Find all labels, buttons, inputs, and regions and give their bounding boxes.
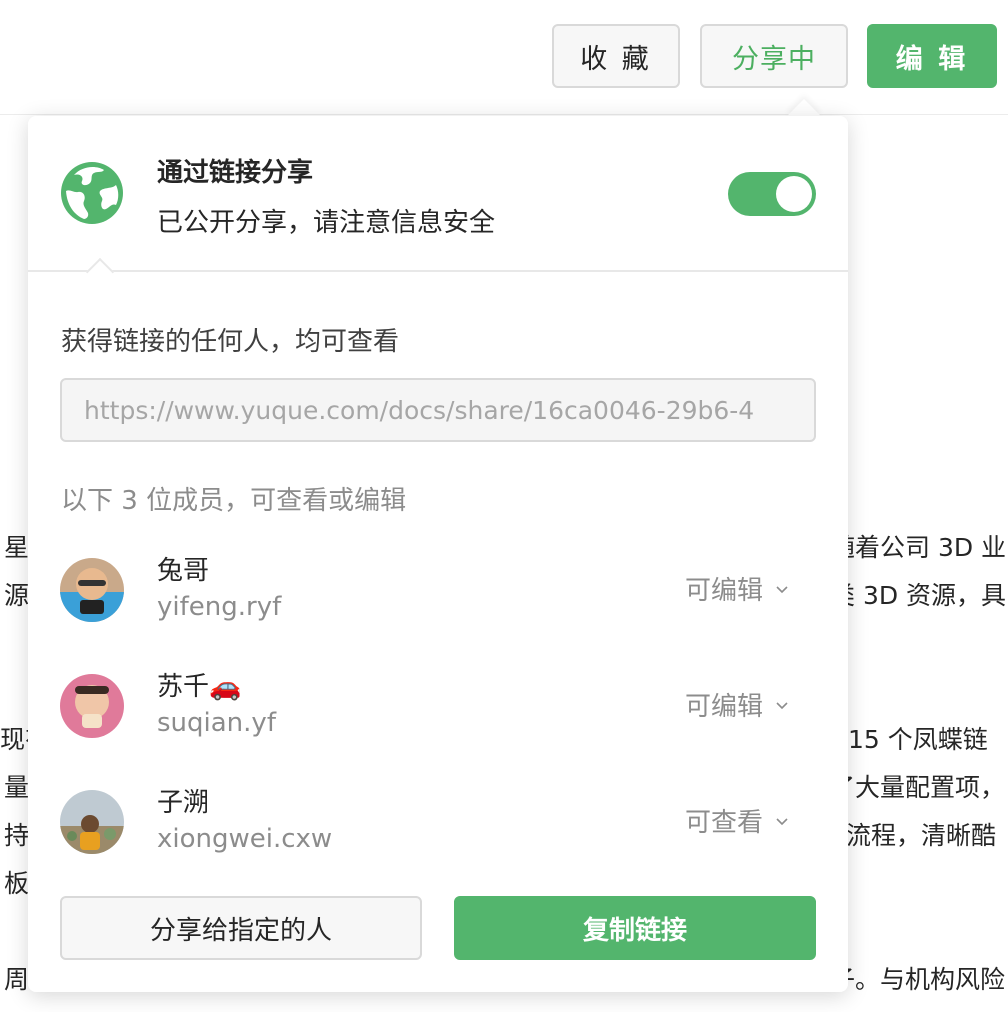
permission-dropdown[interactable]: 可编辑 — [685, 570, 789, 607]
share-to-person-button[interactable]: 分享给指定的人 — [60, 896, 422, 960]
share-description: 已公开分享，请注意信息安全 — [157, 208, 496, 238]
doc-text-fragment: 源 — [4, 581, 30, 610]
share-link-field[interactable] — [60, 378, 816, 442]
doc-text-fragment: 15 个凤蝶链 — [848, 725, 988, 754]
member-name: 子溯 — [157, 788, 210, 818]
member-row: 兔哥 yifeng.ryf 可编辑 — [28, 546, 848, 646]
doc-text-fragment: 随着公司 3D 业 — [830, 533, 1007, 562]
sharing-button[interactable]: 分享中 — [700, 24, 848, 88]
member-id: suqian.yf — [157, 708, 276, 738]
avatar — [60, 790, 124, 854]
doc-text-fragment: 板 — [4, 869, 30, 898]
permission-dropdown[interactable]: 可查看 — [685, 802, 789, 839]
doc-text-fragment: 流程，清晰酷 — [846, 821, 997, 850]
top-toolbar: 收 藏 分享中 编 辑 — [0, 0, 1008, 115]
doc-text-fragment: 量 — [4, 773, 30, 802]
globe-icon — [61, 162, 123, 224]
favorite-button[interactable]: 收 藏 — [552, 24, 680, 88]
doc-text-fragment: 类 3D 资源，具 — [830, 581, 1007, 610]
edit-button[interactable]: 编 辑 — [867, 24, 997, 88]
chevron-down-icon — [776, 701, 788, 709]
member-id: xiongwei.cxw — [157, 824, 333, 854]
toggle-knob — [776, 176, 812, 212]
permission-label: 可编辑 — [685, 576, 764, 606]
anyone-can-view-label: 获得链接的任何人，均可查看 — [61, 327, 400, 357]
permission-label: 可编辑 — [685, 692, 764, 722]
member-id: yifeng.ryf — [157, 592, 282, 622]
member-row: 子溯 xiongwei.cxw 可查看 — [28, 778, 848, 878]
link-share-toggle[interactable] — [728, 172, 816, 216]
doc-text-fragment: 周 — [4, 965, 30, 994]
permission-dropdown[interactable]: 可编辑 — [685, 686, 789, 723]
doc-text-fragment: 了大量配置项， — [830, 773, 1006, 802]
chevron-down-icon — [776, 585, 788, 593]
members-label: 以下 3 位成员，可查看或编辑 — [61, 486, 407, 516]
doc-text-fragment: 子。与机构风险 — [830, 965, 1006, 994]
member-name: 苏千🚗 — [157, 672, 242, 702]
copy-link-button[interactable]: 复制链接 — [454, 896, 816, 960]
doc-text-fragment: 星 — [4, 533, 30, 562]
share-title: 通过链接分享 — [157, 158, 314, 188]
chevron-down-icon — [776, 817, 788, 825]
link-share-header: 通过链接分享 已公开分享，请注意信息安全 — [28, 116, 848, 272]
share-popover: 通过链接分享 已公开分享，请注意信息安全 获得链接的任何人，均可查看 以下 3 … — [28, 116, 848, 992]
member-row: 苏千🚗 suqian.yf 可编辑 — [28, 662, 848, 762]
permission-label: 可查看 — [685, 808, 764, 838]
avatar — [60, 674, 124, 738]
avatar — [60, 558, 124, 622]
member-name: 兔哥 — [157, 556, 210, 586]
doc-text-fragment: 持 — [4, 821, 30, 850]
